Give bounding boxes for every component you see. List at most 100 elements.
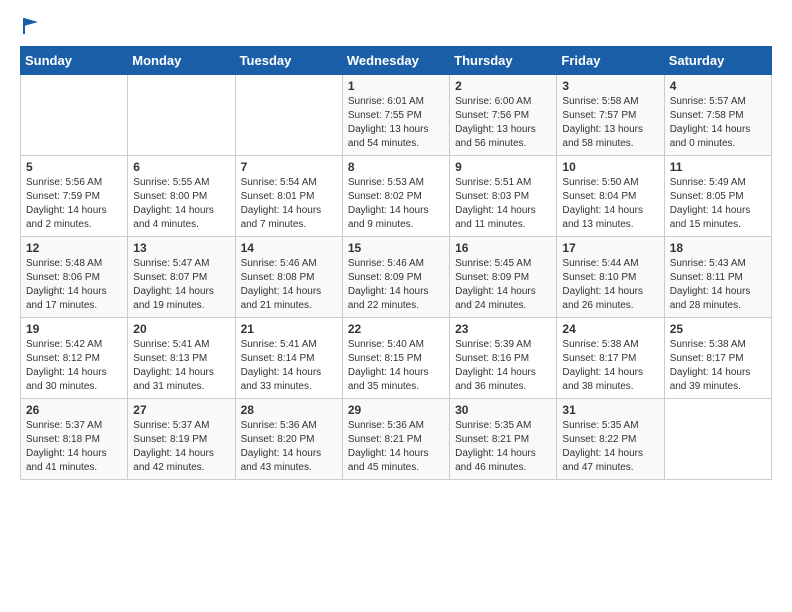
day-number: 6 [133,160,229,174]
day-info: Sunrise: 5:49 AMSunset: 8:05 PMDaylight:… [670,177,751,230]
day-info: Sunrise: 5:58 AMSunset: 7:57 PMDaylight:… [562,96,643,149]
day-info: Sunrise: 5:45 AMSunset: 8:09 PMDaylight:… [455,258,536,311]
day-cell: 17Sunrise: 5:44 AMSunset: 8:10 PMDayligh… [557,237,664,318]
day-cell: 28Sunrise: 5:36 AMSunset: 8:20 PMDayligh… [235,399,342,480]
day-info: Sunrise: 5:41 AMSunset: 8:13 PMDaylight:… [133,339,214,392]
day-cell: 18Sunrise: 5:43 AMSunset: 8:11 PMDayligh… [664,237,771,318]
day-number: 21 [241,322,337,336]
day-cell: 11Sunrise: 5:49 AMSunset: 8:05 PMDayligh… [664,156,771,237]
day-cell: 8Sunrise: 5:53 AMSunset: 8:02 PMDaylight… [342,156,449,237]
logo-flag-icon [22,16,40,34]
day-number: 15 [348,241,444,255]
day-info: Sunrise: 5:46 AMSunset: 8:09 PMDaylight:… [348,258,429,311]
day-info: Sunrise: 5:42 AMSunset: 8:12 PMDaylight:… [26,339,107,392]
column-header-monday: Monday [128,47,235,75]
day-number: 1 [348,79,444,93]
day-number: 23 [455,322,551,336]
day-info: Sunrise: 5:48 AMSunset: 8:06 PMDaylight:… [26,258,107,311]
logo [20,16,40,34]
day-number: 7 [241,160,337,174]
day-number: 19 [26,322,122,336]
day-cell: 12 Sunrise: 5:48 AMSunset: 8:06 PMDayligh… [21,237,128,318]
calendar-table: SundayMondayTuesdayWednesdayThursdayFrid… [20,46,772,480]
day-number: 27 [133,403,229,417]
day-cell: 13 Sunrise: 5:47 AMSunset: 8:07 PMDayligh… [128,237,235,318]
day-info: Sunrise: 5:39 AMSunset: 8:16 PMDaylight:… [455,339,536,392]
week-row-4: 19 Sunrise: 5:42 AMSunset: 8:12 PMDayligh… [21,318,772,399]
day-info: Sunrise: 5:51 AMSunset: 8:03 PMDaylight:… [455,177,536,230]
day-cell: 9 Sunrise: 5:51 AMSunset: 8:03 PMDaylight… [450,156,557,237]
column-header-friday: Friday [557,47,664,75]
day-number: 12 [26,241,122,255]
day-info: Sunrise: 5:50 AMSunset: 8:04 PMDaylight:… [562,177,643,230]
day-cell: 16 Sunrise: 5:45 AMSunset: 8:09 PMDayligh… [450,237,557,318]
day-number: 9 [455,160,551,174]
day-info: Sunrise: 5:47 AMSunset: 8:07 PMDaylight:… [133,258,214,311]
week-row-5: 26 Sunrise: 5:37 AMSunset: 8:18 PMDayligh… [21,399,772,480]
day-cell: 20 Sunrise: 5:41 AMSunset: 8:13 PMDayligh… [128,318,235,399]
day-cell: 26 Sunrise: 5:37 AMSunset: 8:18 PMDayligh… [21,399,128,480]
day-cell: 30 Sunrise: 5:35 AMSunset: 8:21 PMDayligh… [450,399,557,480]
day-number: 22 [348,322,444,336]
day-info: Sunrise: 5:35 AMSunset: 8:22 PMDaylight:… [562,420,643,473]
day-number: 2 [455,79,551,93]
day-info: Sunrise: 5:38 AMSunset: 8:17 PMDaylight:… [670,339,751,392]
column-header-tuesday: Tuesday [235,47,342,75]
week-row-3: 12 Sunrise: 5:48 AMSunset: 8:06 PMDayligh… [21,237,772,318]
week-row-2: 5Sunrise: 5:56 AMSunset: 7:59 PMDaylight… [21,156,772,237]
day-info: Sunrise: 5:53 AMSunset: 8:02 PMDaylight:… [348,177,429,230]
day-cell: 21 Sunrise: 5:41 AMSunset: 8:14 PMDayligh… [235,318,342,399]
day-info: Sunrise: 5:54 AMSunset: 8:01 PMDaylight:… [241,177,322,230]
day-cell: 25 Sunrise: 5:38 AMSunset: 8:17 PMDayligh… [664,318,771,399]
day-number: 26 [26,403,122,417]
day-info: Sunrise: 5:37 AMSunset: 8:18 PMDaylight:… [26,420,107,473]
day-cell [128,75,235,156]
day-cell: 24Sunrise: 5:38 AMSunset: 8:17 PMDayligh… [557,318,664,399]
day-cell [235,75,342,156]
day-cell: 27 Sunrise: 5:37 AMSunset: 8:19 PMDayligh… [128,399,235,480]
day-number: 16 [455,241,551,255]
day-number: 25 [670,322,766,336]
day-number: 10 [562,160,658,174]
day-cell: 19 Sunrise: 5:42 AMSunset: 8:12 PMDayligh… [21,318,128,399]
column-header-wednesday: Wednesday [342,47,449,75]
day-info: Sunrise: 5:46 AMSunset: 8:08 PMDaylight:… [241,258,322,311]
day-cell: 1 Sunrise: 6:01 AMSunset: 7:55 PMDaylight… [342,75,449,156]
day-cell: 31 Sunrise: 5:35 AMSunset: 8:22 PMDayligh… [557,399,664,480]
day-info: Sunrise: 6:00 AMSunset: 7:56 PMDaylight:… [455,96,536,149]
day-cell [664,399,771,480]
day-number: 31 [562,403,658,417]
day-number: 3 [562,79,658,93]
page-header [20,16,772,34]
day-info: Sunrise: 5:37 AMSunset: 8:19 PMDaylight:… [133,420,214,473]
day-info: Sunrise: 5:35 AMSunset: 8:21 PMDaylight:… [455,420,536,473]
day-cell: 15 Sunrise: 5:46 AMSunset: 8:09 PMDayligh… [342,237,449,318]
day-info: Sunrise: 5:41 AMSunset: 8:14 PMDaylight:… [241,339,322,392]
day-number: 18 [670,241,766,255]
day-cell: 22 Sunrise: 5:40 AMSunset: 8:15 PMDayligh… [342,318,449,399]
day-info: Sunrise: 5:55 AMSunset: 8:00 PMDaylight:… [133,177,214,230]
column-header-sunday: Sunday [21,47,128,75]
day-cell: 3 Sunrise: 5:58 AMSunset: 7:57 PMDaylight… [557,75,664,156]
day-info: Sunrise: 6:01 AMSunset: 7:55 PMDaylight:… [348,96,429,149]
day-number: 20 [133,322,229,336]
day-info: Sunrise: 5:38 AMSunset: 8:17 PMDaylight:… [562,339,643,392]
day-cell: 14 Sunrise: 5:46 AMSunset: 8:08 PMDayligh… [235,237,342,318]
day-number: 30 [455,403,551,417]
week-row-1: 1 Sunrise: 6:01 AMSunset: 7:55 PMDaylight… [21,75,772,156]
day-info: Sunrise: 5:36 AMSunset: 8:21 PMDaylight:… [348,420,429,473]
day-info: Sunrise: 5:36 AMSunset: 8:20 PMDaylight:… [241,420,322,473]
day-number: 14 [241,241,337,255]
day-cell: 29Sunrise: 5:36 AMSunset: 8:21 PMDayligh… [342,399,449,480]
day-number: 5 [26,160,122,174]
day-number: 4 [670,79,766,93]
day-cell [21,75,128,156]
day-cell: 5Sunrise: 5:56 AMSunset: 7:59 PMDaylight… [21,156,128,237]
day-cell: 4Sunrise: 5:57 AMSunset: 7:58 PMDaylight… [664,75,771,156]
day-info: Sunrise: 5:40 AMSunset: 8:15 PMDaylight:… [348,339,429,392]
header-row: SundayMondayTuesdayWednesdayThursdayFrid… [21,47,772,75]
day-number: 13 [133,241,229,255]
day-cell: 6 Sunrise: 5:55 AMSunset: 8:00 PMDaylight… [128,156,235,237]
column-header-thursday: Thursday [450,47,557,75]
day-info: Sunrise: 5:44 AMSunset: 8:10 PMDaylight:… [562,258,643,311]
